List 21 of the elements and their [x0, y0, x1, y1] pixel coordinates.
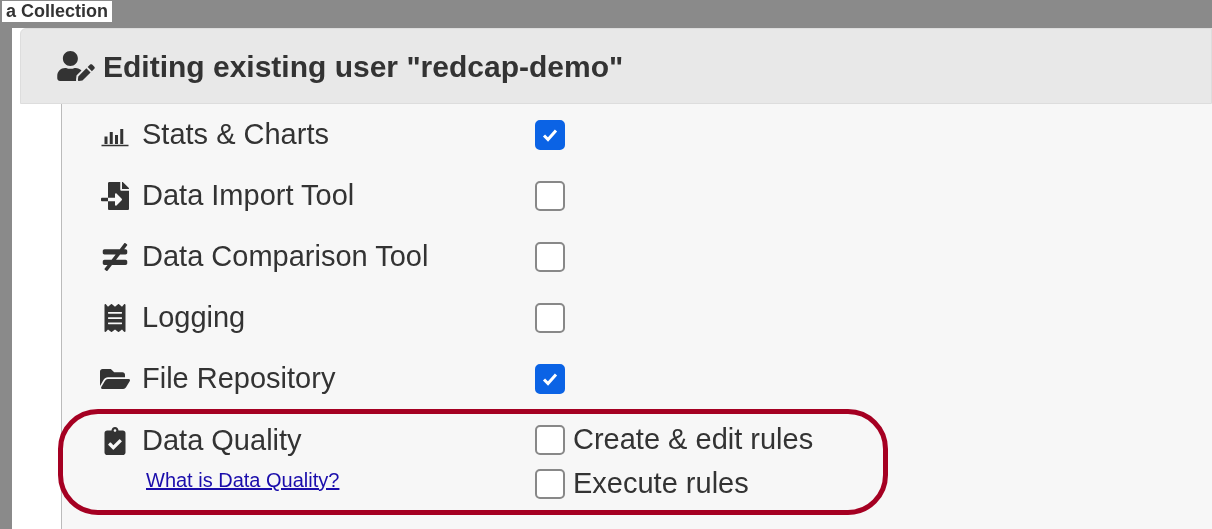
permission-label: Data Quality — [142, 423, 302, 459]
checkbox[interactable] — [535, 469, 565, 499]
checkbox[interactable] — [535, 363, 565, 394]
file-import-icon — [100, 181, 130, 210]
not-equal-icon — [100, 242, 130, 271]
checkbox[interactable] — [535, 425, 565, 455]
permission-label: Data Import Tool — [142, 177, 355, 213]
checkbox[interactable] — [535, 302, 565, 333]
option-label: Execute rules — [573, 466, 749, 502]
permission-label: Logging — [142, 299, 246, 335]
dialog-title: Editing existing user "redcap-demo" — [103, 48, 624, 85]
checkbox[interactable] — [535, 180, 565, 211]
background-page-title: a Collection — [2, 0, 112, 22]
permission-label: File Repository — [142, 360, 336, 396]
permission-label: Data Comparison Tool — [142, 238, 429, 274]
checkbox[interactable] — [535, 119, 565, 150]
option-label: Create & edit rules — [573, 422, 814, 458]
permission-label: Stats & Charts — [142, 116, 329, 152]
user-edit-icon — [57, 51, 95, 81]
checkbox[interactable] — [535, 241, 565, 272]
help-link[interactable]: What is Data Quality? — [146, 465, 535, 495]
